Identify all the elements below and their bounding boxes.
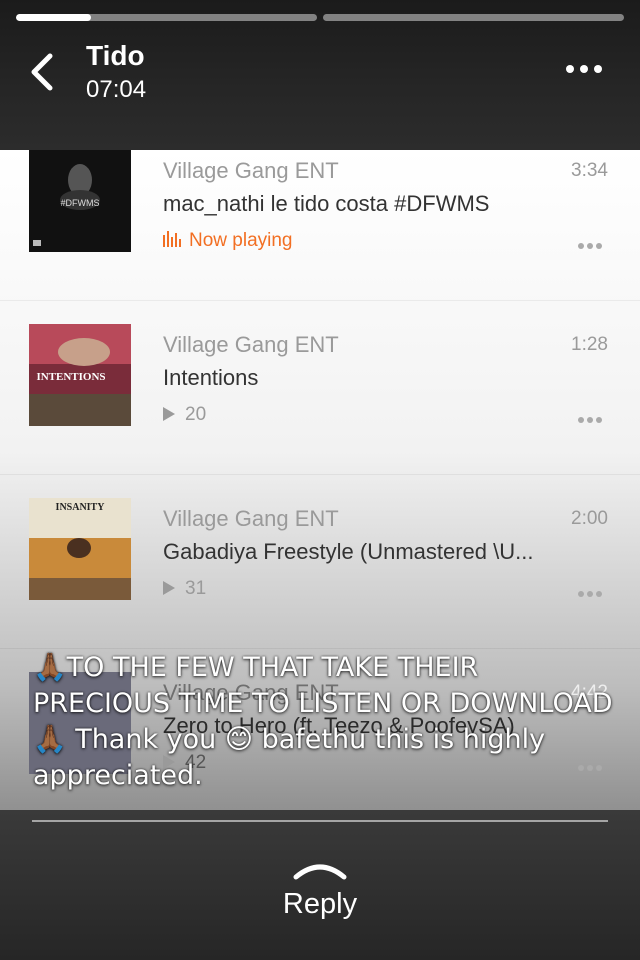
back-button[interactable] <box>24 48 64 96</box>
story-progress <box>16 14 624 22</box>
story-caption: 🙏🏾TO THE FEW THAT TAKE THEIR PRECIOUS TI… <box>33 652 613 791</box>
now-playing-indicator: Now playing <box>163 230 293 252</box>
track-artist: Village Gang ENT <box>163 506 339 531</box>
track-title[interactable]: mac_nathi le tido costa #DFWMS <box>163 191 563 217</box>
chevron-left-icon <box>31 53 53 91</box>
track-more-button[interactable] <box>578 410 608 423</box>
track-row[interactable]: #DFWMS Village Gang ENT mac_nathi le tid… <box>0 150 640 301</box>
chevron-up-icon <box>293 864 347 880</box>
more-options-button[interactable] <box>566 60 610 80</box>
divider <box>32 820 608 822</box>
track-duration: 2:00 <box>571 508 608 529</box>
play-count: 20 <box>163 404 206 426</box>
track-more-button[interactable] <box>578 584 608 597</box>
album-art: INSANITY <box>29 498 131 600</box>
reply-chevron-button[interactable] <box>290 855 350 885</box>
progress-segment-1 <box>16 14 317 21</box>
svg-text:#DFWMS: #DFWMS <box>61 198 100 208</box>
story-time: 07:04 <box>86 76 147 103</box>
play-icon <box>163 581 175 595</box>
track-duration: 1:28 <box>571 334 608 355</box>
story-title[interactable]: Tido <box>86 40 145 72</box>
reply-button[interactable]: Reply <box>0 888 640 921</box>
track-row[interactable]: INSANITY Village Gang ENT Gabadiya Frees… <box>0 474 640 649</box>
play-count: 31 <box>163 578 206 600</box>
ellipsis-icon <box>578 591 584 597</box>
svg-text:INSANITY: INSANITY <box>56 502 106 513</box>
track-row[interactable]: INTENTIONS Village Gang ENT Intentions 1… <box>0 300 640 475</box>
waveform-icon <box>163 231 181 247</box>
ellipsis-icon <box>578 243 584 249</box>
track-title[interactable]: Gabadiya Freestyle (Unmastered \U... <box>163 539 563 565</box>
album-art: INTENTIONS <box>29 324 131 426</box>
track-title[interactable]: Intentions <box>163 365 563 391</box>
svg-text:INTENTIONS: INTENTIONS <box>36 371 105 383</box>
album-art: #DFWMS <box>29 150 131 252</box>
track-duration: 3:34 <box>571 160 608 181</box>
reply-bar: Reply <box>0 810 640 960</box>
progress-segment-2 <box>323 14 624 21</box>
ellipsis-icon <box>578 417 584 423</box>
story-header: Tido 07:04 <box>0 0 640 150</box>
ellipsis-icon <box>566 65 574 73</box>
play-icon <box>163 407 175 421</box>
track-artist: Village Gang ENT <box>163 158 339 183</box>
track-artist: Village Gang ENT <box>163 332 339 357</box>
track-more-button[interactable] <box>578 236 608 249</box>
